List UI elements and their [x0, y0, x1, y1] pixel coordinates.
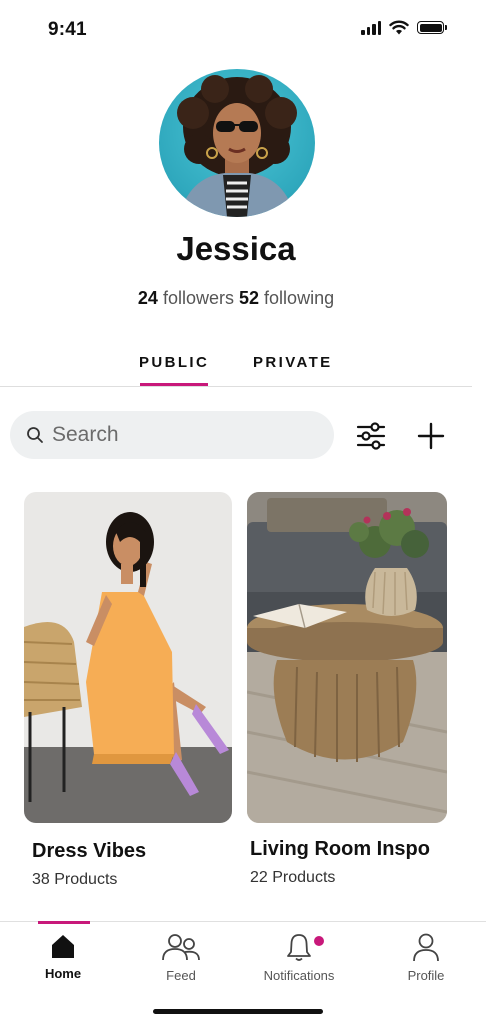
followers-count[interactable]: 24 — [138, 288, 158, 308]
nav-home-label: Home — [44, 966, 82, 981]
plus-icon — [417, 422, 445, 450]
tabs-divider — [0, 386, 472, 387]
status-bar: 9:41 — [0, 0, 486, 60]
nav-notifications[interactable]: Notifications — [251, 932, 347, 983]
avatar[interactable] — [159, 69, 315, 217]
profile-screen: 9:41 Jessica 24 followers 52 following P… — [0, 0, 486, 1024]
wifi-icon — [389, 20, 409, 35]
nav-feed-label: Feed — [166, 968, 196, 983]
battery-icon — [417, 21, 447, 34]
notification-badge — [314, 936, 324, 946]
people-icon — [162, 934, 200, 961]
nav-profile[interactable]: Profile — [378, 932, 474, 983]
tab-private[interactable]: PRIVATE — [253, 354, 333, 371]
collection-cover-image[interactable] — [24, 492, 232, 823]
nav-notifications-label: Notifications — [263, 968, 335, 983]
following-label[interactable]: following — [264, 288, 334, 308]
search-bar[interactable] — [10, 411, 334, 459]
status-time: 9:41 — [48, 19, 87, 40]
filter-button[interactable] — [354, 419, 388, 453]
add-collection-button[interactable] — [414, 419, 448, 453]
search-icon — [27, 427, 43, 443]
collection-card-living-room-inspo[interactable]: Living Room Inspo 22 Products — [247, 492, 447, 887]
collection-title[interactable]: Dress Vibes — [32, 840, 232, 863]
nav-feed[interactable]: Feed — [133, 932, 229, 983]
nav-profile-label: Profile — [407, 968, 445, 983]
bottom-nav-active-indicator — [38, 921, 90, 924]
search-input[interactable] — [52, 423, 312, 447]
home-indicator[interactable] — [153, 1009, 323, 1014]
user-icon — [413, 933, 439, 962]
tab-public[interactable]: PUBLIC — [139, 354, 209, 371]
collection-product-count: 22 Products — [250, 869, 336, 886]
collection-card-dress-vibes[interactable]: Dress Vibes 38 Products — [24, 492, 232, 889]
following-count[interactable]: 52 — [239, 288, 259, 308]
bell-icon — [287, 934, 311, 961]
collection-cover-image[interactable] — [247, 492, 447, 823]
home-icon — [52, 935, 74, 958]
profile-stats: 24 followers 52 following — [0, 288, 472, 309]
nav-home[interactable]: Home — [15, 932, 111, 981]
cellular-signal-icon — [361, 20, 381, 35]
collection-title[interactable]: Living Room Inspo — [250, 838, 447, 861]
profile-name: Jessica — [176, 230, 296, 267]
collection-product-count: 38 Products — [32, 871, 118, 888]
status-icons — [361, 20, 447, 35]
sliders-icon — [356, 422, 386, 450]
followers-label[interactable]: followers — [163, 288, 234, 308]
avatar-portrait-image — [177, 75, 297, 217]
collection-tabs: PUBLIC PRIVATE — [0, 352, 472, 388]
